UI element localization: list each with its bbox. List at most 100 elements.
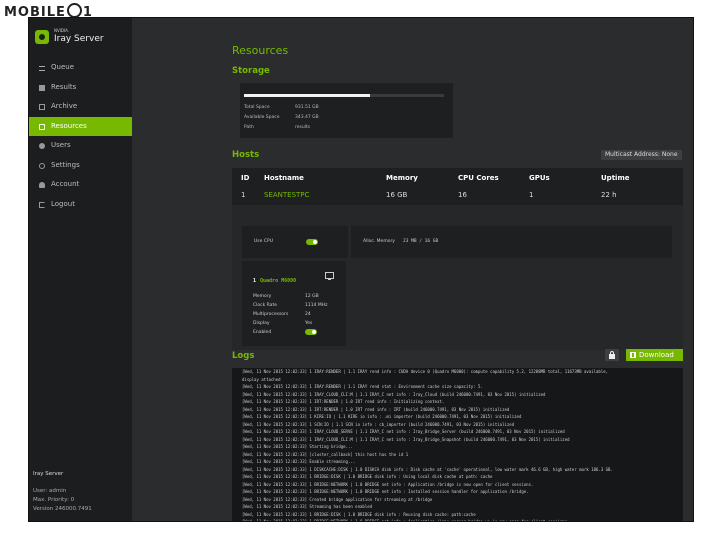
log-line: [Wed, 11 Nov 2015 12:02:33] 1 BRIDGE:DIS…: [242, 474, 493, 479]
main-content: Resources Storage Total Space 931.51 GB A…: [132, 18, 693, 521]
use-cpu-toggle[interactable]: [306, 239, 318, 245]
use-cpu-label: Use CPU: [254, 239, 273, 244]
queue-icon: [39, 66, 45, 71]
hosts-table: ID Hostname Memory CPU Cores GPUs Uptime…: [232, 168, 683, 205]
account-icon: [39, 182, 45, 188]
logs-heading: Logs: [232, 351, 255, 361]
sidebar-item-queue[interactable]: Queue: [29, 58, 132, 78]
storage-key: Path: [244, 125, 254, 130]
gpu-key: Multiprocessors: [253, 312, 289, 317]
storage-row-available: Available Space 343.47 GB: [244, 115, 319, 120]
download-logs-button[interactable]: Download: [626, 349, 683, 361]
download-label: Download: [639, 351, 674, 359]
storage-key: Available Space: [244, 115, 280, 120]
storage-row-path: Path results: [244, 125, 310, 130]
gpu-value: 1114 MHz: [305, 303, 328, 308]
column-header-gpus[interactable]: GPUs: [529, 174, 550, 182]
sidebar-item-label: Archive: [51, 102, 78, 110]
logout-icon: [39, 201, 45, 208]
settings-icon: [39, 162, 45, 169]
log-line: [Wed, 11 Nov 2015 12:02:33] 1 IRT:RENDER…: [242, 399, 445, 404]
log-line: [Wed, 11 Nov 2015 12:02:33] Enable strea…: [242, 459, 356, 464]
sidebar-item-label: Logout: [51, 199, 75, 208]
log-line: [Wed, 11 Nov 2015 12:02:33] Created brid…: [242, 496, 433, 502]
log-line: [Wed, 11 Nov 2015 12:02:33] 1 IRAY:RENDE…: [242, 369, 609, 374]
gpu-enabled-toggle[interactable]: [305, 329, 317, 335]
gpu-value: 24: [305, 312, 311, 317]
column-header-uptime[interactable]: Uptime: [601, 174, 629, 182]
host-detail-panel: Use CPU Alloc. Memory 23 MB / 16 GB 1 Qua…: [232, 205, 683, 350]
column-header-hostname[interactable]: Hostname: [264, 174, 304, 182]
alloc-memory-value: 23 MB / 16 GB: [403, 239, 439, 244]
gpu-index: 1: [253, 278, 257, 284]
column-header-memory[interactable]: Memory: [386, 174, 418, 182]
storage-card: Total Space 931.51 GB Available Space 343.…: [240, 83, 453, 138]
gpus-cell[interactable]: 1: [529, 191, 533, 199]
storage-usage-bar: [244, 94, 444, 97]
log-line: [Wed, 11 Nov 2015 12:02:33] 1 SCN:IO | 1…: [242, 421, 515, 427]
sidebar-item-label: Settings: [51, 160, 80, 169]
use-cpu-panel: Use CPU: [242, 226, 348, 258]
footer-user: User: admin: [33, 488, 67, 494]
cpu-cores-cell[interactable]: 16: [458, 191, 467, 199]
archive-icon: [39, 104, 45, 110]
storage-row-total: Total Space 931.51 GB: [244, 105, 319, 110]
gpu-title: 1 Quadro M6000: [253, 278, 296, 284]
sidebar-item-account[interactable]: Account: [29, 175, 132, 195]
log-line: [Wed, 11 Nov 2015 12:02:33] Starting bri…: [242, 444, 353, 449]
sidebar-item-logout[interactable]: Logout: [29, 195, 132, 215]
gpu-card: 1 Quadro M6000 Memory 12 GB Clock Rate 11…: [242, 261, 346, 346]
column-header-id[interactable]: ID: [241, 174, 249, 182]
sidebar-item-resources[interactable]: Resources: [29, 116, 132, 136]
footer-priority: Max. Priority: 0: [33, 497, 75, 503]
uptime-cell[interactable]: 22 h: [601, 191, 617, 199]
sidebar-item-label: Account: [51, 180, 80, 188]
host-id-cell[interactable]: 1: [241, 191, 245, 199]
vendor-label: NVIDIA.: [54, 28, 70, 33]
log-line: [Wed, 11 Nov 2015 12:02:33] 1 BRIDGE:NET…: [232, 518, 683, 521]
gpu-key: Memory: [253, 294, 272, 299]
sidebar-item-label: Results: [51, 82, 77, 91]
gpu-value: 12 GB: [305, 294, 319, 299]
sidebar-item-label: Queue: [51, 63, 74, 71]
sidebar-item-settings[interactable]: Settings: [29, 156, 132, 176]
storage-value: results: [295, 125, 311, 130]
log-line: [Wed, 11 Nov 2015 12:02:33] 1 DISKCACHE:…: [242, 466, 613, 472]
storage-value: 931.51 GB: [295, 105, 319, 110]
gpu-key: Display: [253, 321, 270, 326]
gpu-key: Clock Rate: [253, 303, 277, 308]
alloc-memory-panel: Alloc. Memory 23 MB / 16 GB: [351, 226, 672, 258]
nvidia-logo-icon: [35, 30, 49, 44]
app-name: Iray Server: [54, 34, 104, 44]
footer-version: Version 246000.7491: [33, 506, 92, 512]
storage-key: Total Space: [244, 105, 270, 110]
log-line: [Wed, 11 Nov 2015 12:02:33] [cluster_cal…: [242, 451, 409, 457]
log-line: [Wed, 11 Nov 2015 12:02:33] 1 BRIDGE:NET…: [242, 481, 534, 487]
sidebar: NVIDIA. Iray Server Queue Results Archiv…: [29, 18, 132, 521]
gpu-key: Enabled: [253, 330, 272, 335]
alloc-memory-label: Alloc. Memory: [363, 239, 395, 244]
log-line: [Wed, 11 Nov 2015 12:02:33] 1 IRAY_CLOUD…: [242, 436, 570, 442]
lock-scroll-button[interactable]: [605, 349, 619, 361]
log-line: display attached: [242, 376, 281, 382]
hostname-cell[interactable]: SEANTESTPC: [264, 191, 309, 199]
footer-app-name: Iray Server: [33, 471, 64, 477]
app-window: NVIDIA. Iray Server Queue Results Archiv…: [28, 17, 694, 522]
download-icon: [630, 352, 636, 358]
log-line: [Wed, 11 Nov 2015 12:02:33] 1 IRAY:RENDE…: [242, 384, 483, 389]
sidebar-item-users[interactable]: Users: [29, 136, 132, 156]
sidebar-item-results[interactable]: Results: [29, 78, 132, 98]
log-line: [Wed, 11 Nov 2015 12:02:33] 1 KIRE:IO | …: [242, 414, 522, 419]
lock-icon: [609, 351, 615, 359]
column-header-cpu-cores[interactable]: CPU Cores: [458, 174, 499, 182]
sidebar-item-archive[interactable]: Archive: [29, 97, 132, 117]
users-icon: [39, 143, 45, 149]
log-output[interactable]: [Wed, 11 Nov 2015 12:02:33] 1 IRAY:RENDE…: [232, 368, 683, 521]
storage-value: 343.47 GB: [295, 115, 319, 120]
gpu-name: Quadro M6000: [260, 278, 297, 284]
memory-cell[interactable]: 16 GB: [386, 191, 407, 199]
storage-usage-fill: [244, 94, 370, 97]
multicast-address-badge[interactable]: Multicast Address: None: [601, 150, 682, 160]
log-line: [Wed, 11 Nov 2015 12:02:33] Streaming ha…: [242, 504, 373, 509]
page-title: Resources: [232, 44, 289, 57]
